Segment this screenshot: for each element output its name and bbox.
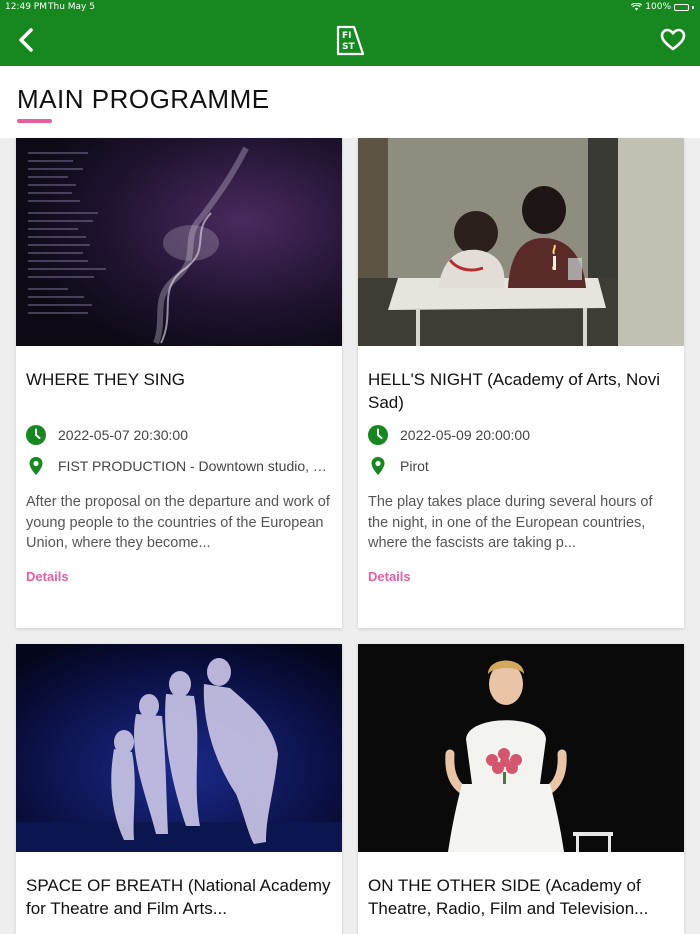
- event-datetime-row: 2022-05-09 20:00:00: [368, 425, 674, 445]
- location-pin-icon: [371, 457, 385, 475]
- event-card[interactable]: SPACE OF BREATH (National Academy for Th…: [16, 644, 342, 934]
- event-location: Pirot: [400, 458, 429, 474]
- wifi-icon: [631, 3, 643, 11]
- event-datetime: 2022-05-09 20:00:00: [400, 427, 530, 443]
- event-image: [16, 644, 342, 852]
- heart-icon: [660, 28, 686, 51]
- battery-percent: 100%: [645, 2, 671, 12]
- fist-logo: FI ST: [334, 24, 366, 56]
- event-location: FIST PRODUCTION - Downtown studio, Vi...: [58, 458, 332, 474]
- event-image: [358, 644, 684, 852]
- event-card[interactable]: HELL'S NIGHT (Academy of Arts, Novi Sad)…: [358, 138, 684, 628]
- location-pin-icon: [29, 457, 43, 475]
- event-description: After the proposal on the departure and …: [26, 494, 330, 551]
- page-title: MAIN PROGRAMME: [17, 84, 270, 114]
- event-title: SPACE OF BREATH (National Academy for Th…: [26, 876, 331, 918]
- status-bar: 12:49 PM Thu May 5 100%: [0, 0, 700, 14]
- event-datetime: 2022-05-07 20:30:00: [58, 427, 188, 443]
- battery-icon: [674, 3, 689, 11]
- favorites-button[interactable]: [660, 27, 686, 53]
- event-title: HELL'S NIGHT (Academy of Arts, Novi Sad): [368, 370, 661, 412]
- event-title: ON THE OTHER SIDE (Academy of Theatre, R…: [368, 876, 649, 918]
- event-location-row: FIST PRODUCTION - Downtown studio, Vi...: [26, 456, 332, 476]
- event-description: The play takes place during several hour…: [368, 494, 653, 551]
- svg-text:ST: ST: [342, 42, 355, 52]
- event-card[interactable]: WHERE THEY SING 2022-05-07 20:30:00 FIST…: [16, 138, 342, 628]
- page-title-bar: MAIN PROGRAMME: [0, 66, 700, 138]
- event-location-row: Pirot: [368, 456, 674, 476]
- svg-text:FI: FI: [342, 31, 352, 41]
- clock-icon: [26, 425, 46, 445]
- back-button[interactable]: [14, 26, 40, 54]
- app-header: 12:49 PM Thu May 5 100% FI ST: [0, 0, 700, 66]
- status-right: 100%: [631, 2, 694, 12]
- event-title: WHERE THEY SING: [26, 370, 186, 389]
- battery-tip: [692, 5, 694, 9]
- clock-icon: [368, 425, 388, 445]
- title-underline: [17, 119, 52, 123]
- status-date: Thu May 5: [48, 2, 95, 12]
- chevron-left-icon: [19, 28, 33, 52]
- event-datetime-row: 2022-05-07 20:30:00: [26, 425, 332, 445]
- event-image: [358, 138, 684, 346]
- event-card[interactable]: ON THE OTHER SIDE (Academy of Theatre, R…: [358, 644, 684, 934]
- details-link[interactable]: Details: [368, 569, 411, 584]
- event-image: [16, 138, 342, 346]
- details-link[interactable]: Details: [26, 569, 69, 584]
- status-time: 12:49 PM: [5, 2, 47, 12]
